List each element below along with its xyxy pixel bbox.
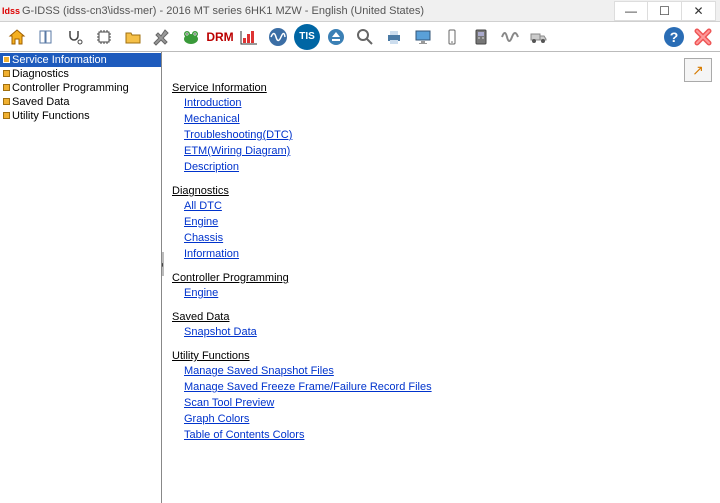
splitter-handle[interactable]: ◂ bbox=[162, 252, 164, 276]
link-snapshot-data[interactable]: Snapshot Data bbox=[184, 324, 257, 340]
device-icon[interactable] bbox=[468, 24, 494, 50]
help-icon[interactable]: ? bbox=[661, 24, 687, 50]
chip-icon[interactable] bbox=[91, 24, 117, 50]
bullet-icon bbox=[3, 98, 10, 105]
link-engine-programming[interactable]: Engine bbox=[184, 285, 218, 301]
link-troubleshooting-dtc[interactable]: Troubleshooting(DTC) bbox=[184, 127, 292, 143]
sidebar-item-label: Diagnostics bbox=[12, 68, 69, 80]
section-title-diagnostics: Diagnostics bbox=[172, 185, 720, 197]
link-mechanical[interactable]: Mechanical bbox=[184, 111, 240, 127]
link-engine[interactable]: Engine bbox=[184, 214, 218, 230]
window-controls: — ☐ ✕ bbox=[614, 1, 716, 21]
link-manage-snapshot-files[interactable]: Manage Saved Snapshot Files bbox=[184, 363, 334, 379]
bullet-icon bbox=[3, 70, 10, 77]
sidebar-item-service-information[interactable]: Service Information bbox=[0, 53, 161, 67]
sidebar: Service Information Diagnostics Controll… bbox=[0, 52, 162, 503]
bullet-icon bbox=[3, 56, 10, 63]
workspace: Service Information Diagnostics Controll… bbox=[0, 52, 720, 503]
close-window-button[interactable]: ✕ bbox=[682, 1, 716, 21]
toolbar: DRM TIS ? bbox=[0, 22, 720, 52]
bullet-icon bbox=[3, 84, 10, 91]
link-description[interactable]: Description bbox=[184, 159, 239, 175]
link-toc-colors[interactable]: Table of Contents Colors bbox=[184, 427, 304, 443]
svg-text:?: ? bbox=[670, 29, 679, 45]
popout-button[interactable]: ↗ bbox=[684, 58, 712, 82]
search-icon[interactable] bbox=[352, 24, 378, 50]
minimize-button[interactable]: — bbox=[614, 1, 648, 21]
section-title-controller-programming: Controller Programming bbox=[172, 272, 720, 284]
section-title-service-information: Service Information bbox=[172, 82, 720, 94]
link-information[interactable]: Information bbox=[184, 246, 239, 262]
wave-icon[interactable] bbox=[497, 24, 523, 50]
sidebar-item-saved-data[interactable]: Saved Data bbox=[0, 95, 161, 109]
book-icon[interactable] bbox=[33, 24, 59, 50]
home-icon[interactable] bbox=[4, 24, 30, 50]
print-icon[interactable] bbox=[381, 24, 407, 50]
link-graph-colors[interactable]: Graph Colors bbox=[184, 411, 249, 427]
sidebar-item-label: Controller Programming bbox=[12, 82, 129, 94]
sidebar-item-diagnostics[interactable]: Diagnostics bbox=[0, 67, 161, 81]
stethoscope-icon[interactable] bbox=[62, 24, 88, 50]
tis-button[interactable]: TIS bbox=[294, 24, 320, 50]
chart-icon[interactable] bbox=[236, 24, 262, 50]
folder-icon[interactable] bbox=[120, 24, 146, 50]
section-title-utility-functions: Utility Functions bbox=[172, 350, 720, 362]
link-scan-tool-preview[interactable]: Scan Tool Preview bbox=[184, 395, 274, 411]
monitor-icon[interactable] bbox=[410, 24, 436, 50]
truck-icon[interactable] bbox=[526, 24, 552, 50]
link-introduction[interactable]: Introduction bbox=[184, 95, 241, 111]
sidebar-item-utility-functions[interactable]: Utility Functions bbox=[0, 109, 161, 123]
title-bar: Idss G-IDSS (idss-cn3\idss-mer) - 2016 M… bbox=[0, 0, 720, 22]
bullet-icon bbox=[3, 112, 10, 119]
sidebar-item-controller-programming[interactable]: Controller Programming bbox=[0, 81, 161, 95]
link-manage-freeze-frame[interactable]: Manage Saved Freeze Frame/Failure Record… bbox=[184, 379, 432, 395]
link-all-dtc[interactable]: All DTC bbox=[184, 198, 222, 214]
section-title-saved-data: Saved Data bbox=[172, 311, 720, 323]
wrench-icon[interactable] bbox=[149, 24, 175, 50]
mobile-icon[interactable] bbox=[439, 24, 465, 50]
sidebar-item-label: Saved Data bbox=[12, 96, 69, 108]
window-title: G-IDSS (idss-cn3\idss-mer) - 2016 MT ser… bbox=[22, 5, 614, 17]
drm-button[interactable]: DRM bbox=[207, 24, 233, 50]
content-area: ◂ ↗ Service Information Introduction Mec… bbox=[162, 52, 720, 503]
sidebar-item-label: Service Information bbox=[12, 54, 107, 66]
maximize-button[interactable]: ☐ bbox=[648, 1, 682, 21]
app-icon: Idss bbox=[4, 4, 18, 18]
frog-icon[interactable] bbox=[178, 24, 204, 50]
waveform-icon[interactable] bbox=[265, 24, 291, 50]
eject-icon[interactable] bbox=[323, 24, 349, 50]
link-etm-wiring-diagram[interactable]: ETM(Wiring Diagram) bbox=[184, 143, 290, 159]
exit-icon[interactable] bbox=[690, 24, 716, 50]
sidebar-item-label: Utility Functions bbox=[12, 110, 90, 122]
link-chassis[interactable]: Chassis bbox=[184, 230, 223, 246]
